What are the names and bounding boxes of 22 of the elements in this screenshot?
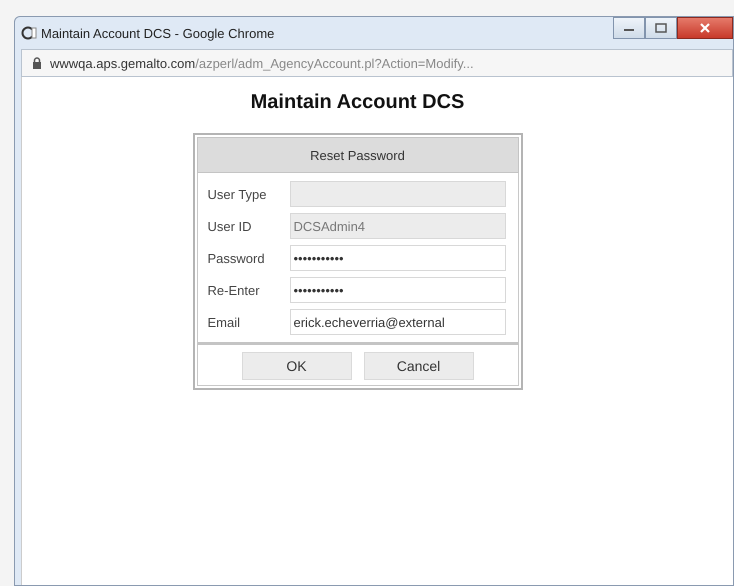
dialog-header: Reset Password xyxy=(196,137,518,173)
url-text: wwwqa.aps.gemalto.com/azperl/adm_AgencyAccount.pl?Action=Modify... xyxy=(50,56,474,70)
restore-icon xyxy=(655,23,667,33)
close-icon xyxy=(699,22,711,34)
field-label: User ID xyxy=(208,218,253,234)
window-title: Maintain Account DCS - Google Chrome xyxy=(41,26,274,40)
page-heading: Maintain Account DCS xyxy=(250,91,464,114)
field-label: User Type xyxy=(208,186,268,202)
field-label: Password xyxy=(208,250,266,266)
dialog-button[interactable]: Cancel xyxy=(364,352,474,380)
field-label: Re-Enter xyxy=(208,282,261,298)
input-field[interactable]: ••••••••••• xyxy=(290,245,506,271)
close-button[interactable] xyxy=(677,17,733,39)
input-field[interactable]: erick.echeverria@external xyxy=(290,309,506,335)
app-icon xyxy=(21,25,37,41)
field-label: Email xyxy=(208,314,242,330)
address-bar[interactable]: wwwqa.aps.gemalto.com/azperl/adm_AgencyAccount.pl?Action=Modify... xyxy=(21,49,733,77)
restore-button[interactable] xyxy=(645,17,677,39)
input-field[interactable]: ••••••••••• xyxy=(290,277,506,303)
dialog-button[interactable]: OK xyxy=(242,352,352,380)
lock-icon xyxy=(32,57,42,69)
minimize-button[interactable] xyxy=(613,17,645,39)
